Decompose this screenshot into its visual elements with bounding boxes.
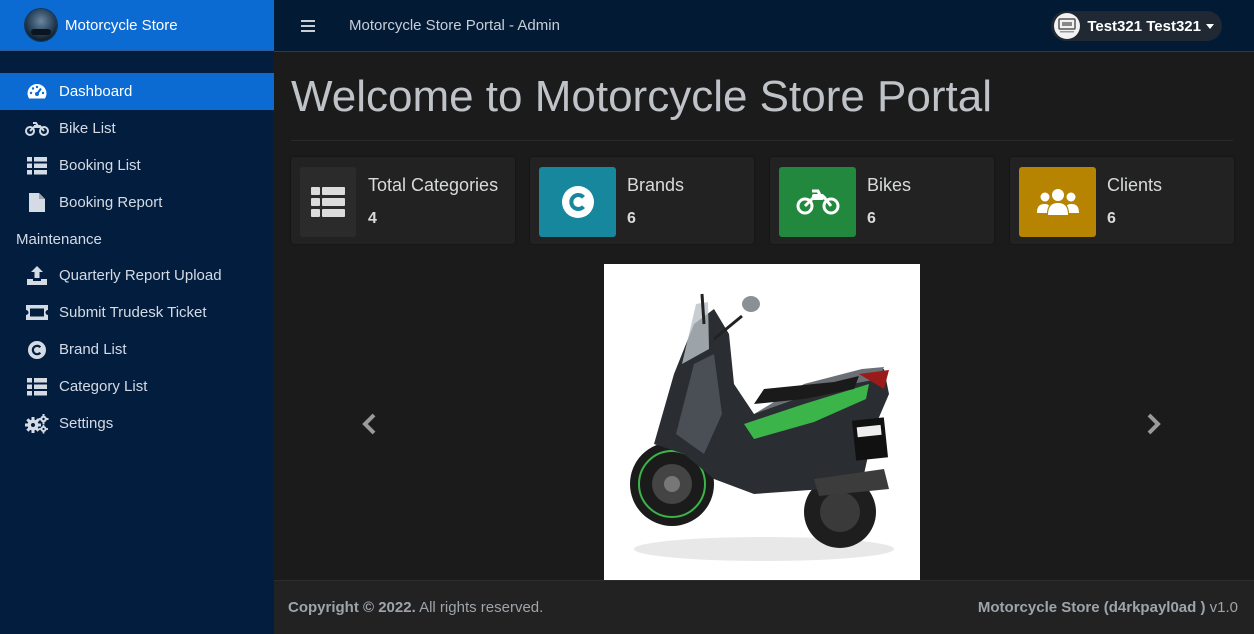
ticket-icon [25, 303, 49, 323]
footer: Copyright © 2022. All rights reserved. M… [274, 580, 1254, 634]
sidebar-item-bike-list[interactable]: Bike List [0, 110, 274, 147]
copyright-icon [539, 167, 616, 237]
copyright-icon [25, 340, 49, 360]
main-content: Welcome to Motorcycle Store Portal Total… [274, 52, 1254, 580]
stat-label: Bikes [867, 175, 912, 195]
portal-title: Motorcycle Store Portal - Admin [349, 17, 560, 34]
sidebar-item-submit-trudesk-ticket[interactable]: Submit Trudesk Ticket [0, 294, 274, 331]
user-name: Test321 Test321 [1087, 17, 1201, 35]
rights-text: All rights reserved. [419, 599, 544, 616]
motorcycle-icon [25, 119, 49, 139]
stat-value: 6 [627, 210, 636, 227]
sidebar-item-booking-report[interactable]: Booking Report [0, 184, 274, 221]
upload-icon [25, 266, 49, 286]
brand-name: Motorcycle Store [65, 16, 178, 34]
sidebar: Motorcycle Store Dashboard Bike List Boo… [0, 0, 274, 634]
list-icon [25, 377, 49, 397]
sidebar-item-booking-list[interactable]: Booking List [0, 147, 274, 184]
chevron-down-icon [1206, 23, 1214, 29]
sidebar-item-label: Brand List [59, 341, 127, 358]
th-list-icon [300, 167, 356, 237]
app: Motorcycle Store Dashboard Bike List Boo… [0, 0, 1254, 634]
list-icon [25, 156, 49, 176]
stat-value: 4 [368, 210, 377, 227]
sidebar-item-label: Settings [59, 415, 114, 432]
hamburger-menu-icon[interactable] [301, 19, 317, 32]
cogs-icon [25, 413, 49, 434]
stat-card-brands: Brands 6 [530, 157, 754, 244]
stat-value: 6 [1107, 210, 1116, 227]
user-dropdown[interactable]: Test321 Test321 [1051, 11, 1222, 41]
stat-value: 6 [867, 210, 876, 227]
stat-card-bikes: Bikes 6 [770, 157, 994, 244]
sidebar-item-brand-list[interactable]: Brand List [0, 331, 274, 368]
brand-link[interactable]: Motorcycle Store [0, 0, 274, 51]
sidebar-item-label: Booking Report [59, 194, 163, 211]
stat-card-total-categories: Total Categories 4 [291, 157, 515, 244]
sidebar-item-label: Quarterly Report Upload [59, 267, 222, 284]
brand-logo [25, 9, 57, 41]
divider [291, 140, 1233, 141]
sidebar-section-maintenance: Maintenance [16, 230, 102, 248]
sidebar-item-settings[interactable]: Settings [0, 405, 274, 442]
footer-app-info: Motorcycle Store (d4rkpayl0ad ) v1.0 [978, 599, 1238, 616]
sidebar-nav: Dashboard Bike List Booking List Booking… [0, 51, 274, 442]
sidebar-item-dashboard[interactable]: Dashboard [0, 73, 274, 110]
stat-label: Total Categories [368, 175, 499, 195]
footer-copyright: Copyright © 2022. All rights reserved. [288, 599, 543, 616]
carousel-next-icon[interactable] [1144, 412, 1164, 436]
image-carousel [300, 264, 1233, 580]
avatar [1054, 13, 1081, 39]
version: v1.0 [1209, 599, 1238, 616]
stat-label: Brands [627, 175, 685, 195]
sidebar-item-label: Submit Trudesk Ticket [59, 304, 207, 321]
sidebar-item-label: Dashboard [59, 83, 133, 100]
tachometer-icon [25, 82, 49, 102]
sidebar-item-category-list[interactable]: Category List [0, 368, 274, 405]
copyright-text: Copyright © 2022. [288, 599, 416, 616]
motorcycle-icon [779, 167, 856, 237]
sidebar-item-label: Bike List [59, 120, 116, 137]
sidebar-item-quarterly-report-upload[interactable]: Quarterly Report Upload [0, 257, 274, 294]
page-title: Welcome to Motorcycle Store Portal [291, 72, 992, 121]
stat-card-clients: Clients 6 [1010, 157, 1234, 244]
sidebar-item-label: Booking List [59, 157, 141, 174]
carousel-prev-icon[interactable] [359, 412, 379, 436]
users-icon [1019, 167, 1096, 237]
carousel-slide-image [604, 264, 920, 580]
sidebar-item-label: Category List [59, 378, 148, 395]
app-name: Motorcycle Store (d4rkpayl0ad ) [977, 599, 1206, 616]
file-icon [25, 193, 49, 213]
top-navbar: Motorcycle Store Portal - Admin Test321 … [274, 0, 1254, 52]
stat-label: Clients [1107, 175, 1163, 195]
scrollbar-track [1248, 52, 1254, 580]
